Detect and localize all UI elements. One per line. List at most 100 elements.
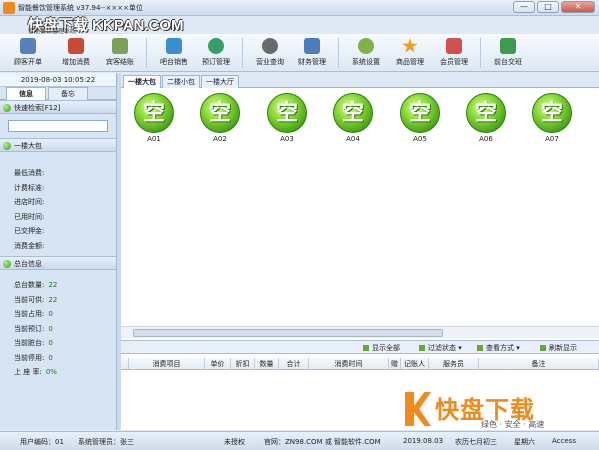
window-title: 智能餐饮管理系统 v37.94--××××单位 [18, 4, 143, 12]
column-header[interactable]: 记账人 [401, 358, 429, 369]
star-icon [402, 38, 418, 53]
view-mode-dropdown[interactable]: 查看方式 ▾ [477, 343, 520, 353]
checkin-time-label: 进店时间: [14, 198, 45, 206]
billing-standard-label: 计费标准: [14, 183, 45, 192]
summary-row: 总台数量: 22 [14, 281, 58, 289]
checkout-icon [112, 38, 128, 54]
logo-icon [405, 392, 431, 426]
website-link[interactable]: 官网：ZN98.COM 或 智能软件.COM [264, 437, 381, 447]
minimize-button[interactable]: — [513, 1, 535, 13]
toolbar-divider [146, 38, 147, 68]
toolbar-button-members[interactable]: 会员管理 [434, 36, 474, 70]
toolbar-divider [338, 38, 339, 68]
table-section-header: 一楼大包 [0, 138, 116, 152]
finance-icon [304, 38, 320, 54]
toolbar-button-settings[interactable]: 系统设置 [346, 36, 386, 70]
table-info: 最低消费: 计费标准: 进店时间: 已用时间: 已交押金: 消费金额: [0, 152, 116, 256]
bar-sales-icon [166, 38, 182, 54]
main-toolbar: 顾客开单 增加消费 宾客结账 吧台销售 预订管理 营业查询 财务管理 系统设置 … [0, 34, 599, 72]
main-area: 一楼大包 二楼小包 一楼大厅 空 A01 空 A02 空 A03 空 A04 空 A05 … [121, 73, 599, 430]
vacant-table-icon: 空 [466, 93, 506, 133]
close-button[interactable]: ✕ [561, 1, 595, 13]
toolbar-button-products[interactable]: 商品管理 [390, 36, 430, 70]
info-panel: 快速检索[F12] 一楼大包 最低消费: 计费标准: 进店时间: 已用时间: 已… [0, 100, 116, 430]
table-tile[interactable]: 空 A03 [265, 93, 309, 143]
column-header[interactable]: 消费时间 [309, 358, 389, 369]
status-bar: 用户编码：01 系统管理员：张三 未授权 官网：ZN98.COM 或 智能软件.… [0, 431, 599, 450]
vacant-table-icon: 空 [532, 93, 572, 133]
column-header[interactable]: 服务员 [429, 358, 479, 369]
tab-memo[interactable]: 备忘 [48, 87, 88, 100]
vacant-table-icon: 空 [200, 93, 240, 133]
vacant-table-icon: 空 [400, 93, 440, 133]
table-tile[interactable]: 空 A02 [198, 93, 242, 143]
shift-icon [500, 38, 516, 54]
table-tile[interactable]: 空 A04 [331, 93, 375, 143]
status-date: 2019.08.03 [403, 437, 444, 445]
toolbar-button-business-query[interactable]: 营业查询 [250, 36, 290, 70]
vacant-table-icon: 空 [267, 93, 307, 133]
column-header[interactable]: 赠 [389, 358, 401, 369]
table-tile[interactable]: 空 A01 [132, 93, 176, 143]
min-consumption-label: 最低消费: [14, 169, 45, 177]
left-tabs: 信息 备忘 [0, 87, 116, 100]
column-header[interactable]: 数量 [255, 358, 279, 369]
toolbar-button-finance[interactable]: 财务管理 [292, 36, 332, 70]
toolbar-divider [242, 38, 243, 68]
weekday: 星期六 [514, 438, 535, 446]
toolbar-button-checkout[interactable]: 宾客结账 [100, 36, 140, 70]
toolbar-button-open-order[interactable]: 顾客开单 [8, 36, 48, 70]
summary-row: 当前可供: 22 [14, 295, 58, 304]
database-type: Access [552, 437, 576, 445]
tab-floor1-large-room[interactable]: 一楼大包 [123, 75, 161, 88]
square-icon [419, 345, 425, 351]
column-header[interactable]: 单价 [205, 358, 231, 369]
horizontal-scrollbar[interactable] [121, 326, 599, 338]
datetime-display: 2019-08-03 10:05:22 [0, 73, 116, 87]
order-table-header: 消费项目 单价 折扣 数量 合计 消费时间 赠 记账人 服务员 备注 [121, 358, 599, 370]
summary-row: 当前预订: 0 [14, 324, 53, 333]
app-icon [3, 2, 15, 14]
lunar-date: 农历七月初三 [455, 438, 497, 446]
toolbar-button-bar-sales[interactable]: 吧台销售 [154, 36, 194, 70]
summary-row: 上 座 率: 0% [14, 368, 57, 376]
scrollbar-thumb[interactable] [133, 329, 443, 337]
customer-icon [20, 38, 36, 54]
toolbar-button-reservation[interactable]: 预订管理 [196, 36, 236, 70]
square-icon [540, 345, 546, 351]
area-tabs: 一楼大包 二楼小包 一楼大厅 [121, 73, 599, 88]
refresh-button[interactable]: 刷新显示 [540, 343, 577, 353]
table-tile[interactable]: 空 A07 [530, 93, 574, 143]
toolbar-divider [480, 38, 481, 68]
summary-info: 总台数量: 22 当前可供: 22 当前占用: 0 当前预订: 0 当前脏台: 0 当前停… [0, 270, 116, 430]
gear-icon [358, 38, 374, 54]
filter-bar: 显示全部 过滤状态 ▾ 查看方式 ▾ 刷新显示 [121, 340, 599, 354]
column-header[interactable]: 消费项目 [129, 358, 205, 369]
toolbar-button-shift-handover[interactable]: 前台交班 [488, 36, 528, 70]
show-all-button[interactable]: 显示全部 [363, 343, 400, 353]
summary-row: 当前脏台: 0 [14, 339, 53, 347]
tab-floor2-small-room[interactable]: 二楼小包 [162, 75, 200, 88]
maximize-button[interactable]: □ [537, 1, 559, 13]
summary-row: 当前停用: 0 [14, 353, 53, 362]
status-dot-icon [3, 104, 11, 112]
deposit-label: 已交押金: [14, 227, 45, 235]
tab-floor1-hall[interactable]: 一楼大厅 [201, 75, 239, 88]
table-grid: 空 A01 空 A02 空 A03 空 A04 空 A05 空 A06 空 A07 [121, 90, 599, 330]
column-header[interactable]: 合计 [279, 358, 309, 369]
license-status: 未授权 [224, 438, 245, 446]
user-code: 用户编码：01 [20, 438, 64, 446]
vacant-table-icon: 空 [134, 93, 174, 133]
tab-info[interactable]: 信息 [6, 87, 46, 100]
amount-label: 消费金额: [14, 241, 45, 250]
column-header[interactable]: 备注 [479, 358, 599, 369]
vacant-table-icon: 空 [333, 93, 373, 133]
status-dot-icon [3, 260, 11, 268]
operator-name: 系统管理员：张三 [78, 438, 134, 446]
quick-search-input[interactable] [8, 120, 108, 132]
filter-status-dropdown[interactable]: 过滤状态 ▾ [419, 343, 462, 353]
column-header[interactable]: 折扣 [231, 358, 255, 369]
table-tile[interactable]: 空 A05 [398, 93, 442, 143]
table-tile[interactable]: 空 A06 [464, 93, 508, 143]
toolbar-button-add-consumption[interactable]: 增加消费 [56, 36, 96, 70]
